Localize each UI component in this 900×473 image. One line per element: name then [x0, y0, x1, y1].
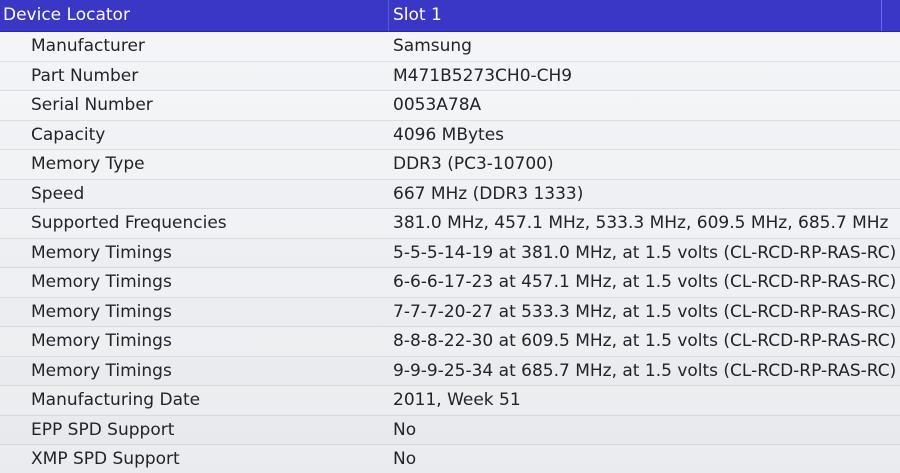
field-name: Supported Frequencies — [31, 213, 227, 233]
property-row-memory-timings-2[interactable]: Memory Timings 6-6-6-17-23 at 457.1 MHz,… — [0, 268, 900, 298]
field-value: 7-7-7-20-27 at 533.3 MHz, at 1.5 volts (… — [393, 301, 897, 322]
scrollbar-edge[interactable] — [881, 0, 900, 31]
property-row-memory-timings-4[interactable]: Memory Timings 8-8-8-22-30 at 609.5 MHz,… — [0, 327, 900, 357]
property-row-memory-timings-1[interactable]: Memory Timings 5-5-5-14-19 at 381.0 MHz,… — [0, 239, 900, 268]
field-name: Part Number — [31, 65, 139, 86]
field-value: No — [393, 449, 417, 469]
property-row-xmp-spd-support[interactable]: XMP SPD Support No — [0, 445, 900, 473]
field-value: 4096 MBytes — [393, 124, 505, 145]
field-value: M471B5273CH0-CH9 — [393, 65, 573, 86]
property-row-manufacturing-date[interactable]: Manufacturing Date 2011, Week 51 — [0, 386, 900, 416]
property-list: Manufacturer Samsung Part Number M471B52… — [0, 32, 900, 473]
property-row-supported-frequencies[interactable]: Supported Frequencies 381.0 MHz, 457.1 M… — [0, 209, 900, 239]
field-value: 5-5-5-14-19 at 381.0 MHz, at 1.5 volts (… — [393, 242, 897, 263]
field-name: Memory Timings — [31, 331, 172, 351]
field-value: Slot 1 — [393, 5, 442, 25]
field-name: Memory Timings — [31, 272, 172, 292]
property-row-epp-spd-support[interactable]: EPP SPD Support No — [0, 416, 900, 445]
field-value: 381.0 MHz, 457.1 MHz, 533.3 MHz, 609.5 M… — [393, 213, 889, 233]
field-value: 2011, Week 51 — [393, 390, 521, 410]
property-row-memory-timings-3[interactable]: Memory Timings 7-7-7-20-27 at 533.3 MHz,… — [0, 298, 900, 327]
property-row-manufacturer[interactable]: Manufacturer Samsung — [0, 32, 900, 62]
field-value: 9-9-9-25-34 at 685.7 MHz, at 1.5 volts (… — [393, 360, 897, 381]
property-row-serial-number[interactable]: Serial Number 0053A78A — [0, 91, 900, 121]
field-name: Speed — [31, 183, 85, 204]
field-name: Memory Type — [31, 154, 145, 174]
field-value: 8-8-8-22-30 at 609.5 MHz, at 1.5 volts (… — [393, 331, 897, 351]
field-value: DDR3 (PC3-10700) — [393, 154, 554, 174]
field-value: 667 MHz (DDR3 1333) — [393, 183, 584, 204]
field-name: Manufacturer — [31, 36, 145, 56]
field-value: 6-6-6-17-23 at 457.1 MHz, at 1.5 volts (… — [393, 272, 897, 292]
field-name: Memory Timings — [31, 360, 172, 381]
field-value: No — [393, 419, 417, 440]
field-value: 0053A78A — [393, 95, 482, 115]
property-row-part-number[interactable]: Part Number M471B5273CH0-CH9 — [0, 62, 900, 91]
field-name: Memory Timings — [31, 242, 172, 263]
selected-row-device-locator[interactable]: Device Locator Slot 1 — [0, 0, 900, 32]
field-name: Device Locator — [3, 5, 130, 25]
field-value: Samsung — [393, 36, 472, 56]
field-name: Serial Number — [31, 95, 153, 115]
property-row-memory-type[interactable]: Memory Type DDR3 (PC3-10700) — [0, 150, 900, 180]
field-name: Memory Timings — [31, 301, 172, 322]
field-name: XMP SPD Support — [31, 449, 180, 469]
property-row-speed[interactable]: Speed 667 MHz (DDR3 1333) — [0, 180, 900, 209]
field-name: Manufacturing Date — [31, 390, 201, 410]
memory-info-panel: Device Locator Slot 1 Manufacturer Samsu… — [0, 0, 900, 473]
field-name: EPP SPD Support — [31, 419, 175, 440]
property-row-capacity[interactable]: Capacity 4096 MBytes — [0, 121, 900, 150]
column-divider — [388, 0, 389, 31]
field-name: Capacity — [31, 124, 106, 145]
property-row-memory-timings-5[interactable]: Memory Timings 9-9-9-25-34 at 685.7 MHz,… — [0, 357, 900, 386]
